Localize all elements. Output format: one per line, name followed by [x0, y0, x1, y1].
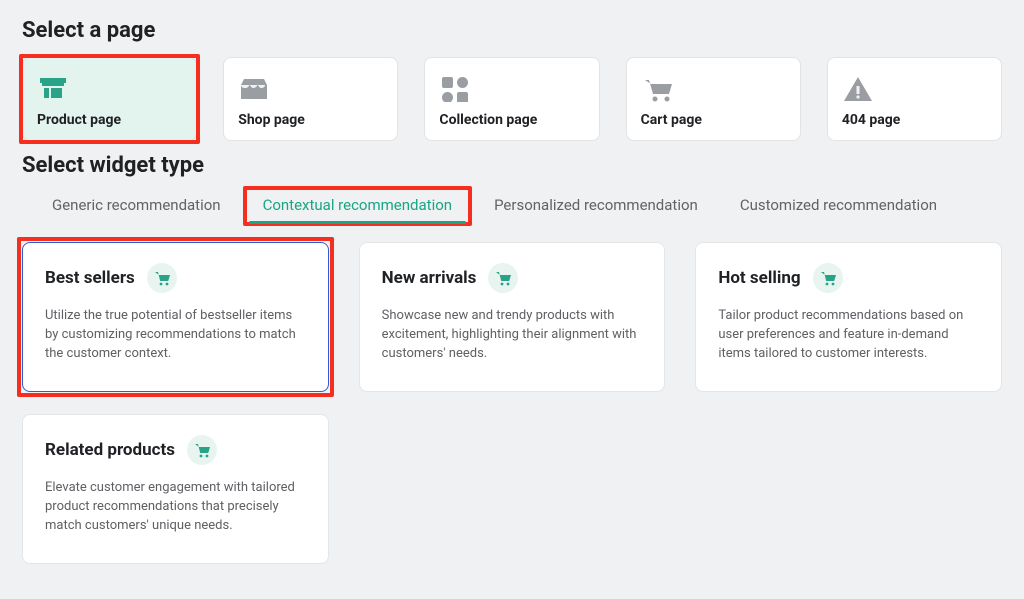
page-row: Product page Shop page Collection page Cart… — [22, 57, 1002, 141]
cart-icon — [488, 263, 518, 293]
tab-contextual[interactable]: Contextual recommendation — [249, 190, 466, 224]
tab-label: Contextual recommendation — [263, 196, 452, 214]
warning-icon — [842, 72, 987, 104]
widget-description: Showcase new and trendy products with ex… — [382, 307, 643, 364]
widget-description: Elevate customer engagement with tailore… — [45, 479, 306, 536]
grid-icon — [439, 72, 584, 104]
tab-label: Generic recommendation — [52, 196, 221, 214]
widget-card-hot-selling[interactable]: Hot selling Tailor product recommendation… — [695, 242, 1002, 392]
widget-title-row: Related products — [45, 435, 306, 465]
widget-description: Utilize the true potential of bestseller… — [45, 307, 306, 364]
page-card-product[interactable]: Product page — [22, 57, 197, 141]
widget-title-row: New arrivals — [382, 263, 643, 293]
widget-card-best-sellers[interactable]: Best sellers Utilize the true potential o… — [22, 242, 329, 392]
widget-card-related-products[interactable]: Related products Elevate customer engagem… — [22, 414, 329, 564]
cart-icon — [813, 263, 843, 293]
tab-customized[interactable]: Customized recommendation — [726, 190, 951, 224]
page-card-label: Shop page — [238, 112, 383, 128]
widget-type-tabs: Generic recommendation Contextual recomme… — [22, 190, 1002, 224]
page-card-label: Product page — [37, 112, 182, 128]
tab-label: Customized recommendation — [740, 196, 937, 214]
widget-card-new-arrivals[interactable]: New arrivals Showcase new and trendy prod… — [359, 242, 666, 392]
tab-personalized[interactable]: Personalized recommendation — [480, 190, 712, 224]
storefront-icon — [37, 72, 182, 104]
page-card-cart[interactable]: Cart page — [626, 57, 801, 141]
cart-icon — [641, 72, 786, 104]
page-card-label: 404 page — [842, 112, 987, 128]
widget-title: Hot selling — [718, 268, 800, 288]
page-card-label: Cart page — [641, 112, 786, 128]
widget-title-row: Best sellers — [45, 263, 306, 293]
page-card-shop[interactable]: Shop page — [223, 57, 398, 141]
widget-title: New arrivals — [382, 268, 477, 288]
tab-generic[interactable]: Generic recommendation — [38, 190, 235, 224]
widget-grid: Best sellers Utilize the true potential o… — [22, 242, 1002, 564]
select-page-heading: Select a page — [22, 18, 1002, 43]
widget-title-row: Hot selling — [718, 263, 979, 293]
widget-title: Best sellers — [45, 268, 135, 288]
page-card-label: Collection page — [439, 112, 584, 128]
widget-title: Related products — [45, 440, 175, 460]
cart-icon — [187, 435, 217, 465]
widget-description: Tailor product recommendations based on … — [718, 307, 979, 364]
page-card-collection[interactable]: Collection page — [424, 57, 599, 141]
select-widget-heading: Select widget type — [22, 153, 1002, 178]
page-card-404[interactable]: 404 page — [827, 57, 1002, 141]
shop-icon — [238, 72, 383, 104]
cart-icon — [147, 263, 177, 293]
tab-label: Personalized recommendation — [494, 196, 698, 214]
